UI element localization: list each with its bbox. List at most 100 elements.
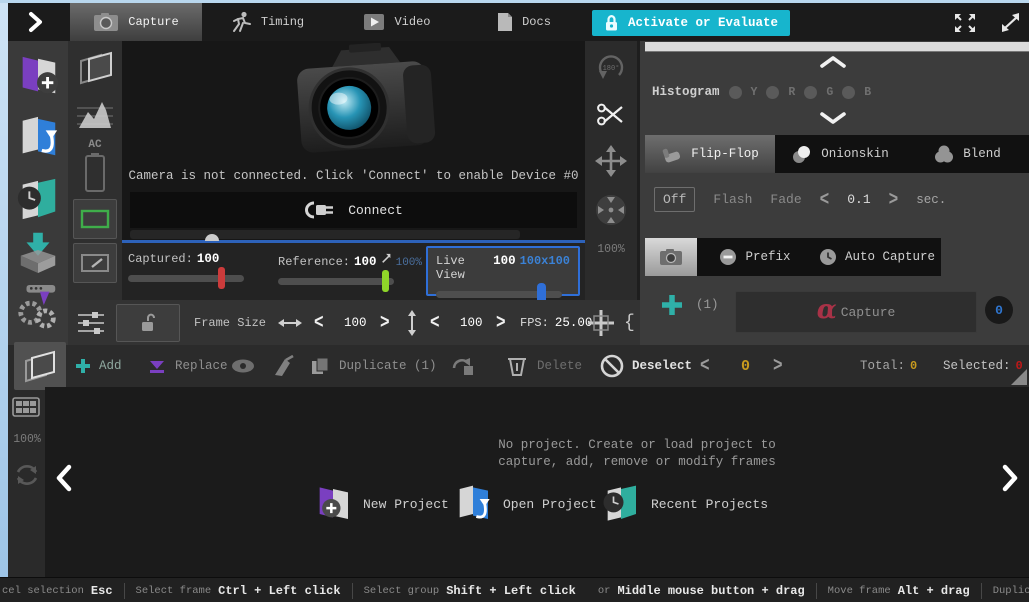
tab-blend[interactable]: Blend: [905, 135, 1029, 173]
no-project-message: No project. Create or load project to ca…: [247, 437, 1027, 471]
prev-frame-button[interactable]: <: [700, 340, 710, 393]
histogram-channel-b-radio[interactable]: [842, 86, 855, 99]
height-increase-button[interactable]: >: [496, 294, 506, 350]
rotate-180-button[interactable]: 180°: [594, 51, 628, 85]
tab-auto-capture[interactable]: Auto Capture: [813, 238, 941, 276]
reference-slider-track[interactable]: [278, 278, 394, 285]
battery-status-button[interactable]: [82, 153, 108, 193]
add-frame-button[interactable]: Add: [75, 345, 122, 387]
status-label: Duplicate: [993, 585, 1029, 597]
open-project-button[interactable]: [15, 113, 61, 163]
diagonal-resize-icon: [999, 12, 1023, 34]
view-tools-sidebar: AC: [68, 41, 122, 300]
status-middle-mouse: or Middle mouse button + drag: [587, 583, 817, 599]
open-project-label: Open Project: [503, 497, 597, 512]
redo-frame-button[interactable]: [450, 345, 476, 387]
open-project-link[interactable]: Open Project: [453, 479, 597, 529]
histogram-view-button[interactable]: [75, 96, 115, 134]
tab-capture[interactable]: Capture: [70, 3, 202, 41]
tab-prefix-label: Prefix: [745, 250, 790, 264]
window-border-top: [0, 0, 1029, 3]
captured-slider-track[interactable]: [128, 275, 244, 282]
display-screens-icon: [77, 49, 115, 87]
pan-button[interactable]: [595, 145, 627, 177]
tab-auto-capture-label: Auto Capture: [845, 250, 935, 264]
histogram-channel-g-radio[interactable]: [804, 86, 817, 99]
delete-frame-button[interactable]: Delete: [505, 345, 582, 387]
height-decrease-button[interactable]: <: [430, 294, 440, 350]
live-view-slider-group[interactable]: Live View100 100x100: [426, 246, 580, 296]
reference-slider-handle[interactable]: [382, 270, 389, 292]
resize-window-button[interactable]: [999, 12, 1023, 34]
tab-timing[interactable]: Timing: [202, 3, 332, 41]
preview-scrub-bar[interactable]: [130, 230, 520, 239]
project-settings-button[interactable]: [15, 281, 61, 333]
live-view-region-button[interactable]: [73, 199, 117, 239]
crop-button[interactable]: [596, 101, 626, 129]
frames-panel-button[interactable]: [14, 342, 66, 390]
video-play-icon: [363, 13, 385, 31]
reference-expand-icon[interactable]: [381, 252, 392, 265]
film-strip-button[interactable]: [12, 395, 40, 419]
interval-decrease-button[interactable]: <: [820, 188, 830, 211]
activate-button[interactable]: Activate or Evaluate: [592, 10, 790, 36]
frame-size-row: Frame Size < 100 > < 100 > FPS: 25.00 {: [68, 300, 640, 345]
tab-docs-label: Docs: [522, 15, 551, 29]
flip-mode-off[interactable]: Off: [654, 187, 695, 212]
captured-value: 100: [197, 252, 220, 266]
histogram-channel-y-radio[interactable]: [729, 86, 742, 99]
grid-overlay-button[interactable]: [586, 300, 616, 345]
next-frame-button[interactable]: >: [773, 340, 783, 393]
expand-sidebar-button[interactable]: [22, 10, 48, 34]
scrub-handle[interactable]: [205, 234, 219, 241]
show-frame-button[interactable]: [231, 345, 255, 387]
fullscreen-button[interactable]: [953, 12, 977, 34]
frame-size-label: Frame Size: [194, 300, 266, 345]
center-view-button[interactable]: [594, 193, 628, 227]
flip-mode-fade[interactable]: Fade: [770, 192, 801, 207]
status-keys: Ctrl + Left click: [218, 584, 340, 598]
redo-icon: [450, 355, 476, 377]
camera-preview: Camera is not connected. Click 'Connect'…: [122, 41, 585, 240]
tab-camera-settings[interactable]: [645, 238, 697, 276]
tab-video[interactable]: Video: [332, 3, 462, 41]
loop-playback-button[interactable]: [13, 461, 41, 489]
tab-docs[interactable]: Docs: [462, 3, 586, 41]
histogram-scrollbar[interactable]: [645, 42, 1029, 52]
histogram-channel-r-radio[interactable]: [766, 86, 779, 99]
flip-mode-flash[interactable]: Flash: [713, 192, 752, 207]
center-arrows-icon: [594, 193, 628, 227]
frames-toolbar: Add Replace Duplicate (1) Delete Deselec…: [45, 345, 1029, 387]
histogram-collapse-up-button[interactable]: [818, 55, 848, 69]
recent-projects-button[interactable]: [15, 176, 61, 224]
tab-flip-flop[interactable]: Flip-Flop: [645, 135, 775, 173]
width-increase-button[interactable]: >: [380, 294, 390, 350]
adjust-sliders-button[interactable]: [76, 300, 106, 345]
histogram-expand-down-button[interactable]: [818, 111, 848, 125]
lock-frame-size-button[interactable]: [116, 304, 180, 342]
resize-grip-icon[interactable]: [1011, 369, 1027, 385]
connect-button[interactable]: Connect: [130, 192, 577, 228]
add-plus-icon[interactable]: [660, 293, 684, 317]
status-label: Select group: [364, 585, 440, 597]
capture-button[interactable]: α Capture: [735, 291, 977, 333]
replace-frame-button[interactable]: Replace: [147, 345, 228, 387]
display-view-button[interactable]: [77, 49, 115, 87]
new-project-link[interactable]: New Project: [313, 479, 449, 529]
interval-increase-button[interactable]: >: [889, 188, 899, 211]
recent-projects-link[interactable]: Recent Projects: [601, 479, 768, 529]
new-project-button[interactable]: [15, 51, 61, 101]
tab-onionskin[interactable]: Onionskin: [775, 135, 905, 173]
deselect-button[interactable]: Deselect: [600, 345, 692, 387]
duplicate-frame-button[interactable]: Duplicate (1): [309, 345, 437, 387]
width-decrease-button[interactable]: <: [314, 294, 324, 350]
histogram-channel-y-label: Y: [751, 86, 758, 99]
tab-prefix[interactable]: Prefix: [697, 238, 813, 276]
captured-slider-handle[interactable]: [218, 267, 225, 289]
tab-capture-label: Capture: [128, 15, 178, 29]
draw-region-button[interactable]: [73, 243, 117, 283]
paint-frame-button[interactable]: [273, 345, 295, 387]
import-frames-button[interactable]: [15, 227, 61, 273]
scroll-left-button[interactable]: [53, 463, 75, 493]
activate-button-label: Activate or Evaluate: [628, 16, 778, 30]
